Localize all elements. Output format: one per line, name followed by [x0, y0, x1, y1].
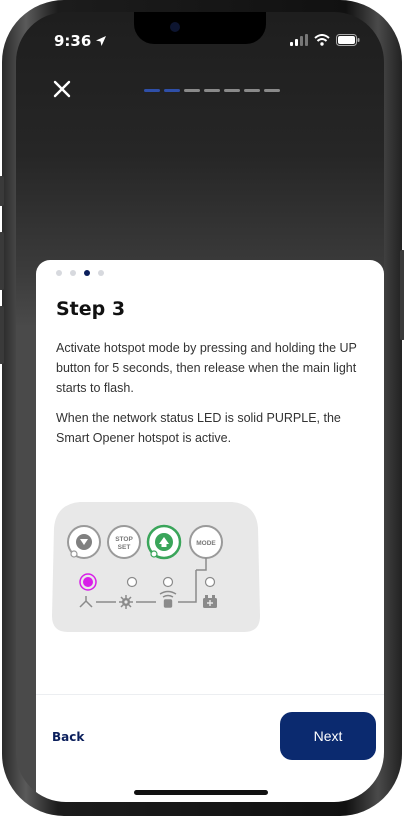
led-3: [162, 576, 174, 588]
power-button: [400, 250, 404, 340]
progress-segment: [244, 89, 260, 92]
location-arrow-icon: [96, 36, 107, 46]
progress-segment: [224, 89, 240, 92]
progress-segment: [184, 89, 200, 92]
back-button[interactable]: Back: [52, 730, 84, 744]
set-label: SET: [118, 544, 131, 551]
stop-set-button-illustration: STOP SET: [107, 525, 141, 559]
setup-progress-bar: [144, 89, 280, 92]
phone-frame: 9:36 Step 3 Activate hotspot mode by pre…: [0, 0, 404, 816]
gear-icon: [119, 595, 133, 609]
led-4: [204, 576, 216, 588]
wifi-icon: [314, 34, 330, 46]
carousel-dot[interactable]: [84, 270, 90, 276]
mode-button-illustration: MODE: [189, 525, 223, 559]
step-instruction: Activate hotspot mode by pressing and ho…: [56, 341, 357, 395]
progress-segment: [144, 89, 160, 92]
carousel-dots: [56, 270, 104, 276]
next-button[interactable]: Next: [280, 712, 376, 760]
led-2: [126, 576, 138, 588]
notch: [134, 12, 266, 44]
close-button[interactable]: [50, 78, 74, 102]
led-network-purple: [83, 577, 93, 587]
volume-up-button: [0, 232, 4, 290]
close-icon: [53, 80, 71, 98]
up-button-illustration: [146, 524, 182, 560]
control-panel-illustration: STOP SET MODE: [52, 502, 260, 632]
step-card: Step 3 Activate hotspot mode by pressing…: [36, 260, 384, 802]
screen: 9:36 Step 3 Activate hotspot mode by pre…: [16, 12, 384, 802]
home-indicator[interactable]: [134, 790, 268, 795]
carousel-dot[interactable]: [98, 270, 104, 276]
status-bar-time: 9:36: [54, 32, 107, 50]
progress-segment: [264, 89, 280, 92]
battery-icon: [336, 34, 360, 46]
progress-segment: [164, 89, 180, 92]
down-button-illustration: [67, 525, 101, 559]
step-note: When the network status LED is solid PUR…: [56, 411, 341, 445]
silent-switch: [0, 176, 4, 206]
clock: 9:36: [54, 32, 92, 50]
status-indicators: [290, 34, 360, 46]
volume-down-button: [0, 306, 4, 364]
carousel-dot[interactable]: [56, 270, 62, 276]
stop-label: STOP: [115, 536, 133, 543]
carousel-dot[interactable]: [70, 270, 76, 276]
step-title: Step 3: [56, 298, 126, 320]
progress-segment: [204, 89, 220, 92]
mode-label: MODE: [196, 540, 216, 547]
front-camera: [170, 22, 180, 32]
cellular-signal-icon: [290, 34, 308, 46]
footer-divider: [36, 694, 384, 695]
